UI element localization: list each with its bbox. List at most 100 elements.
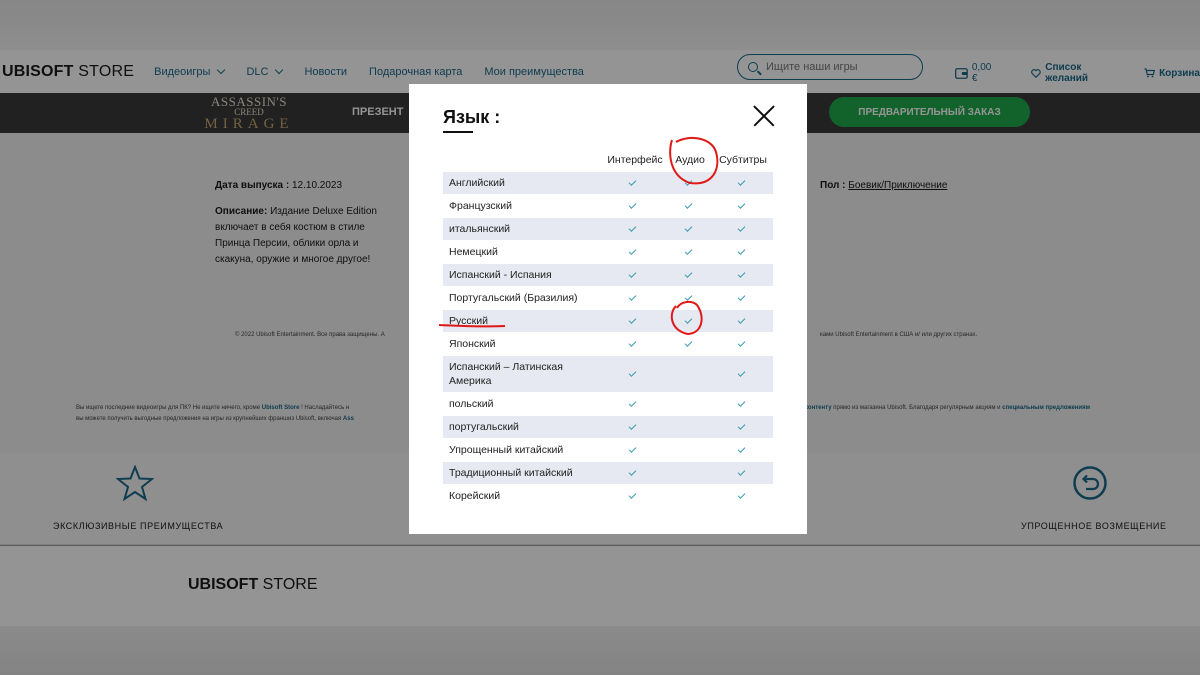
checkmark-icon — [628, 398, 636, 407]
checkmark-icon — [737, 338, 745, 347]
subtitles-support-cell — [710, 393, 772, 415]
subtitles-support-cell — [710, 356, 772, 392]
audio-support-cell — [666, 439, 710, 461]
subtitles-support-cell — [710, 416, 772, 438]
interface-support-cell — [598, 333, 666, 355]
checkmark-icon — [628, 490, 636, 499]
interface-support-cell — [598, 462, 666, 484]
modal-title: Язык : — [443, 107, 501, 133]
subtitles-support-cell — [710, 333, 772, 355]
language-row: польский — [443, 393, 773, 416]
checkmark-icon — [684, 177, 692, 186]
checkmark-icon — [737, 177, 745, 186]
language-modal: Язык : Интерфейс Аудио Субтитры Английск… — [409, 84, 807, 534]
checkmark-icon — [684, 292, 692, 301]
language-row: Французский — [443, 195, 773, 218]
language-name: Традиционный китайский — [449, 467, 573, 479]
subtitles-support-cell — [710, 241, 772, 263]
subtitles-support-cell — [710, 195, 772, 217]
checkmark-icon — [628, 368, 636, 377]
language-name: Испанский – Латинская Америка — [449, 361, 563, 387]
close-icon[interactable] — [753, 105, 775, 127]
checkmark-icon — [737, 200, 745, 209]
subtitles-support-cell — [710, 485, 772, 507]
subtitles-support-cell — [710, 264, 772, 286]
checkmark-icon — [737, 223, 745, 232]
audio-support-cell — [666, 264, 710, 286]
subtitles-support-cell — [710, 218, 772, 240]
subtitles-support-cell — [710, 310, 772, 332]
language-name: Корейский — [449, 490, 501, 502]
language-name: Английский — [449, 177, 505, 189]
language-table: Английский Французский итальянский Немецкий… — [443, 172, 773, 508]
language-row: португальский — [443, 416, 773, 439]
checkmark-icon — [628, 292, 636, 301]
interface-support-cell — [598, 485, 666, 507]
audio-support-cell — [666, 218, 710, 240]
checkmark-icon — [737, 269, 745, 278]
checkmark-icon — [737, 246, 745, 255]
subtitles-support-cell — [710, 172, 772, 194]
language-name: Немецкий — [449, 246, 498, 258]
audio-support-cell — [666, 393, 710, 415]
language-row: Японский — [443, 333, 773, 356]
subtitles-support-cell — [710, 462, 772, 484]
column-header-subtitles: Субтитры — [719, 154, 767, 166]
checkmark-icon — [737, 315, 745, 324]
interface-support-cell — [598, 439, 666, 461]
language-row: Корейский — [443, 485, 773, 508]
language-row: Немецкий — [443, 241, 773, 264]
checkmark-icon — [628, 246, 636, 255]
language-name: польский — [449, 398, 494, 410]
audio-support-cell — [666, 241, 710, 263]
audio-support-cell — [666, 172, 710, 194]
interface-support-cell — [598, 356, 666, 392]
checkmark-icon — [737, 444, 745, 453]
checkmark-icon — [684, 200, 692, 209]
checkmark-icon — [628, 177, 636, 186]
language-row: итальянский — [443, 218, 773, 241]
interface-support-cell — [598, 287, 666, 309]
checkmark-icon — [737, 421, 745, 430]
interface-support-cell — [598, 172, 666, 194]
language-row: Традиционный китайский — [443, 462, 773, 485]
interface-support-cell — [598, 241, 666, 263]
checkmark-icon — [628, 338, 636, 347]
audio-support-cell — [666, 195, 710, 217]
checkmark-icon — [684, 223, 692, 232]
language-name: Упрощенный китайский — [449, 444, 564, 456]
language-row: Португальский (Бразилия) — [443, 287, 773, 310]
language-row: Английский — [443, 172, 773, 195]
checkmark-icon — [628, 223, 636, 232]
language-name: Французский — [449, 200, 512, 212]
language-name: Португальский (Бразилия) — [449, 292, 578, 304]
interface-support-cell — [598, 195, 666, 217]
interface-support-cell — [598, 310, 666, 332]
interface-support-cell — [598, 264, 666, 286]
checkmark-icon — [684, 338, 692, 347]
checkmark-icon — [628, 467, 636, 476]
column-header-audio: Аудио — [675, 154, 705, 166]
audio-support-cell — [666, 462, 710, 484]
language-row: Испанский - Испания — [443, 264, 773, 287]
audio-support-cell — [666, 310, 710, 332]
language-row: Испанский – Латинская Америка — [443, 356, 773, 393]
audio-support-cell — [666, 485, 710, 507]
checkmark-icon — [628, 269, 636, 278]
audio-support-cell — [666, 333, 710, 355]
language-row: Упрощенный китайский — [443, 439, 773, 462]
checkmark-icon — [684, 315, 692, 324]
interface-support-cell — [598, 416, 666, 438]
language-name: португальский — [449, 421, 519, 433]
checkmark-icon — [628, 421, 636, 430]
checkmark-icon — [628, 315, 636, 324]
checkmark-icon — [628, 200, 636, 209]
checkmark-icon — [737, 467, 745, 476]
language-row: Русский — [443, 310, 773, 333]
checkmark-icon — [737, 368, 745, 377]
subtitles-support-cell — [710, 287, 772, 309]
language-name: итальянский — [449, 223, 511, 235]
interface-support-cell — [598, 393, 666, 415]
checkmark-icon — [737, 398, 745, 407]
audio-support-cell — [666, 416, 710, 438]
